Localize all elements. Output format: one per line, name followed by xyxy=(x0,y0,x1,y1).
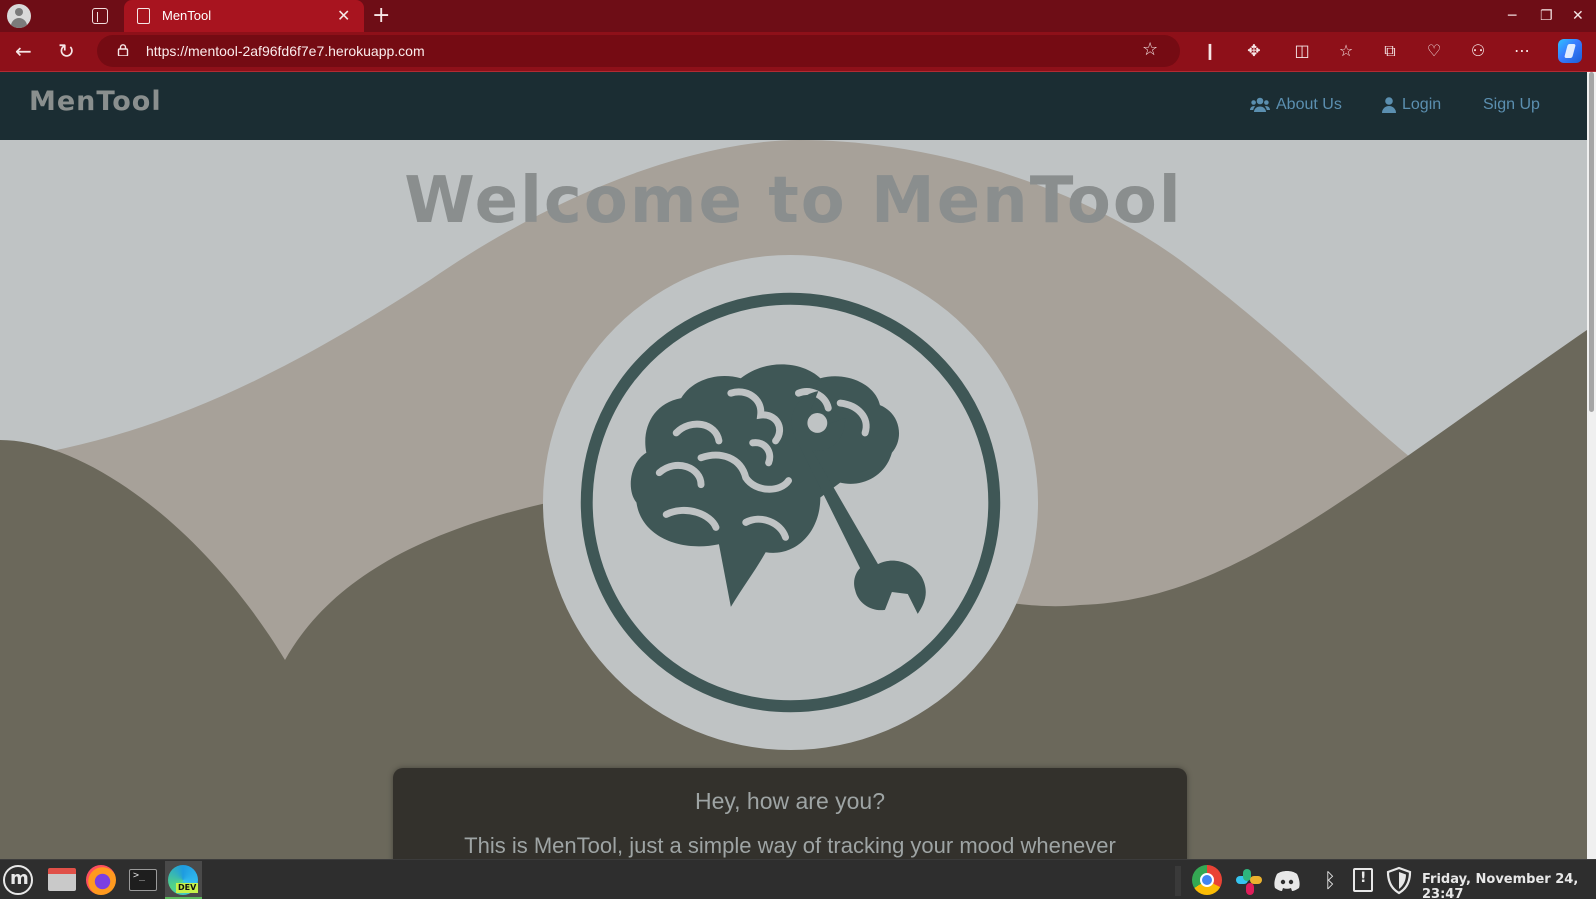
lock-icon[interactable] xyxy=(117,44,129,56)
profile-icon[interactable] xyxy=(7,4,31,28)
tab-actions-icon[interactable] xyxy=(92,8,108,24)
close-icon[interactable]: ✕ xyxy=(337,6,350,26)
nav-signup-label: Sign Up xyxy=(1483,96,1540,113)
collections-icon[interactable]: ⧉ xyxy=(1379,40,1401,62)
terminal-prompt: >_ xyxy=(129,869,157,891)
user-icon xyxy=(1382,97,1396,113)
card-intro-text: This is MenTool, just a simple way of tr… xyxy=(464,833,1116,858)
nav-login-link[interactable]: Login xyxy=(1382,96,1441,114)
browser-tab-strip: MenTool ✕ + ─ ❐ ✕ xyxy=(0,0,1596,32)
site-brand[interactable]: MenTool xyxy=(29,86,162,117)
discord-icon[interactable] xyxy=(1272,865,1302,895)
minimize-icon[interactable]: ─ xyxy=(1508,6,1516,26)
address-bar[interactable]: https://mentool-2af96fd6f7e7.herokuapp.c… xyxy=(97,35,1180,67)
split-screen-icon[interactable]: ◫ xyxy=(1291,40,1313,62)
site-navbar: MenTool About Us Login Sign Up xyxy=(0,72,1587,140)
browser-toolbar: ← ↻ https://mentool-2af96fd6f7e7.herokua… xyxy=(0,32,1596,72)
mint-menu-icon[interactable] xyxy=(3,865,33,895)
back-icon[interactable]: ← xyxy=(15,38,32,64)
refresh-icon[interactable]: ↻ xyxy=(58,38,75,64)
update-icon[interactable] xyxy=(1348,865,1378,895)
tab-title: MenTool xyxy=(162,8,212,23)
card-greeting: Hey, how are you? xyxy=(694,788,886,814)
window-close-icon[interactable]: ✕ xyxy=(1572,6,1584,26)
url-text[interactable]: https://mentool-2af96fd6f7e7.herokuapp.c… xyxy=(146,43,425,59)
users-icon xyxy=(1250,97,1270,112)
nav-about-link[interactable]: About Us xyxy=(1250,96,1342,114)
more-icon[interactable]: ⋯ xyxy=(1511,40,1533,62)
restore-icon[interactable]: ❐ xyxy=(1540,6,1553,26)
os-taskbar: >_ DEV ᛒ Friday, November 24, 23:47 xyxy=(0,859,1596,899)
intro-card: Hey, how are you? This is MenTool, just … xyxy=(393,768,1187,859)
copilot-icon[interactable] xyxy=(1558,39,1582,63)
scrollbar-thumb[interactable] xyxy=(1589,72,1594,412)
performance-icon[interactable]: ⚇ xyxy=(1467,40,1489,62)
bluetooth-icon[interactable]: ᛒ xyxy=(1315,865,1345,895)
web-page: MenTool About Us Login Sign Up Welcome t… xyxy=(0,72,1587,859)
terminal-icon[interactable]: >_ xyxy=(127,865,157,895)
plus-icon[interactable]: + xyxy=(372,3,390,29)
edge-dev-icon[interactable]: DEV xyxy=(168,865,199,895)
brain-wrench-icon xyxy=(542,254,1039,751)
hero-title: Welcome to MenTool xyxy=(404,164,1183,238)
page-scrollbar[interactable] xyxy=(1587,72,1596,859)
nav-signup-link[interactable]: Sign Up xyxy=(1483,96,1540,114)
firefox-icon[interactable] xyxy=(86,865,116,895)
chrome-icon[interactable] xyxy=(1192,865,1222,895)
edge-dev-badge: DEV xyxy=(176,883,199,893)
tray-separator xyxy=(1175,866,1181,896)
extensions-icon[interactable]: ✥ xyxy=(1243,40,1265,62)
nav-login-label: Login xyxy=(1402,96,1442,113)
page-icon xyxy=(137,8,150,24)
browser-essentials-icon[interactable]: ♡ xyxy=(1423,40,1445,62)
taskbar-clock[interactable]: Friday, November 24, 23:47 xyxy=(1422,872,1596,899)
files-icon[interactable] xyxy=(46,865,76,895)
shield-icon[interactable] xyxy=(1384,865,1414,895)
extension-pin-icon[interactable]: ❙ xyxy=(1199,40,1221,62)
slack-icon[interactable] xyxy=(1232,865,1262,895)
star-icon[interactable]: ☆ xyxy=(1142,39,1158,60)
browser-tab[interactable]: MenTool ✕ xyxy=(124,0,364,32)
favorites-icon[interactable]: ☆ xyxy=(1335,40,1357,62)
nav-about-label: About Us xyxy=(1276,96,1342,113)
